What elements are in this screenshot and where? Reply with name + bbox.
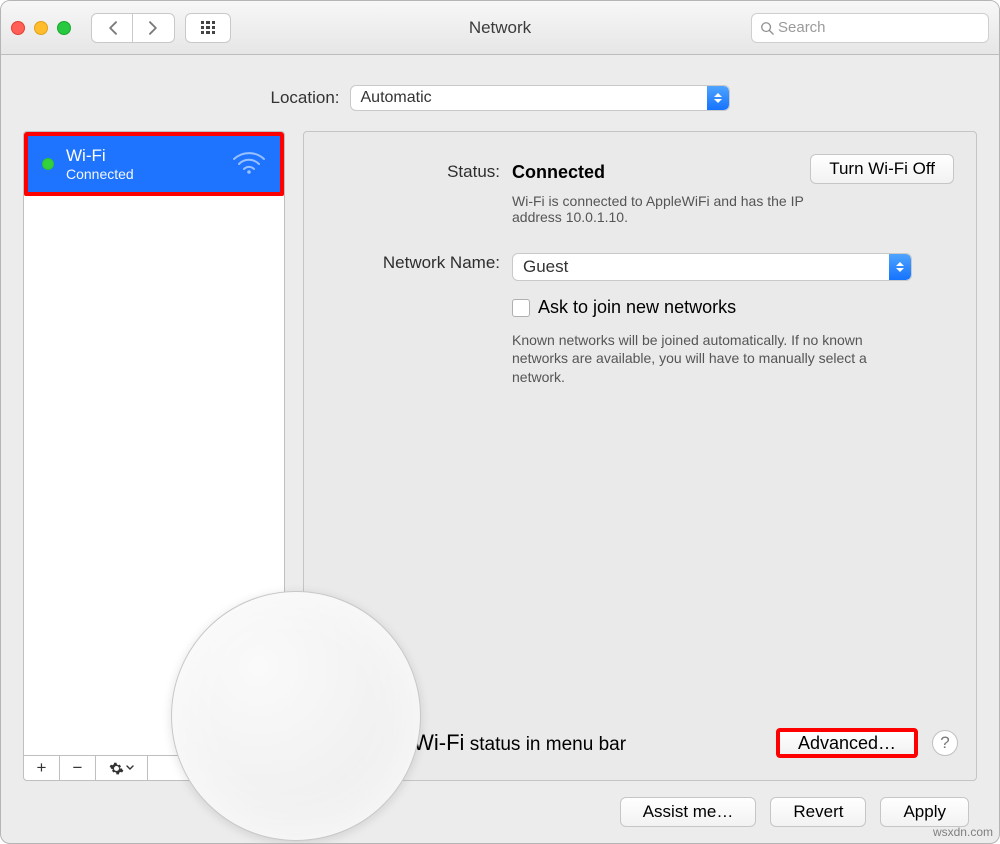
location-row: Location: Automatic: [1, 55, 999, 139]
toggle-wifi-button[interactable]: Turn Wi-Fi Off: [810, 154, 954, 184]
network-name-row: Network Name: Guest Ask to join new netw…: [322, 253, 958, 387]
revert-button[interactable]: Revert: [770, 797, 866, 827]
status-description: Wi-Fi is connected to AppleWiFi and has …: [512, 193, 842, 225]
service-actions-menu[interactable]: [96, 756, 148, 780]
network-name-value: Guest: [523, 257, 568, 277]
body: Wi-Fi Connected + −: [23, 131, 977, 781]
search-field[interactable]: Search: [751, 13, 989, 43]
search-icon: [760, 21, 774, 35]
network-preferences-window: Network Search Location: Automatic Wi-Fi: [0, 0, 1000, 844]
footer-buttons: Assist me… Revert Apply: [620, 797, 969, 827]
nav-back-forward: [91, 13, 175, 43]
remove-service-button[interactable]: −: [60, 756, 96, 780]
back-button[interactable]: [91, 13, 133, 43]
location-label: Location:: [271, 88, 340, 108]
grid-icon: [201, 21, 215, 35]
minimize-window-button[interactable]: [34, 21, 48, 35]
network-name-select[interactable]: Guest: [512, 253, 912, 281]
advanced-button[interactable]: Advanced…: [776, 728, 918, 758]
ask-join-label: Ask to join new networks: [538, 297, 736, 318]
network-name-label: Network Name:: [322, 253, 512, 387]
assist-me-button[interactable]: Assist me…: [620, 797, 757, 827]
detail-bottom-row: ✓ Show Wi-Fi status in menu bar Advanced…: [326, 728, 958, 758]
status-value: Connected: [512, 162, 605, 182]
stepper-arrows-icon: [889, 254, 911, 280]
help-button[interactable]: ?: [932, 730, 958, 756]
window-controls: [11, 21, 71, 35]
titlebar: Network Search: [1, 1, 999, 55]
sidebar-item-wifi[interactable]: Wi-Fi Connected: [24, 132, 284, 196]
show-menubar-checkbox[interactable]: ✓: [326, 734, 344, 752]
close-window-button[interactable]: [11, 21, 25, 35]
watermark: wsxdn.com: [933, 825, 993, 839]
show-menubar-checkbox-row: ✓ Show Wi-Fi status in menu bar: [326, 730, 626, 756]
ask-join-checkbox[interactable]: [512, 299, 530, 317]
zoom-window-button[interactable]: [57, 21, 71, 35]
chevron-down-icon: [126, 765, 134, 771]
wifi-icon: [232, 150, 266, 178]
detail-pane: Turn Wi-Fi Off Status: Connected Wi-Fi i…: [303, 131, 977, 781]
chevron-left-icon: [107, 21, 118, 35]
show-menubar-label-suffix: status in menu bar: [464, 734, 626, 755]
add-service-button[interactable]: +: [24, 756, 60, 780]
apply-button[interactable]: Apply: [880, 797, 969, 827]
sidebar: Wi-Fi Connected + −: [23, 131, 285, 781]
sidebar-toolbar: + −: [23, 755, 285, 781]
stepper-arrows-icon: [707, 86, 729, 110]
ask-join-checkbox-row: Ask to join new networks: [512, 297, 736, 318]
status-led-icon: [42, 158, 54, 170]
chevron-right-icon: [148, 21, 159, 35]
location-select[interactable]: Automatic: [350, 85, 730, 111]
location-value: Automatic: [361, 89, 432, 107]
gear-icon: [109, 761, 134, 776]
show-all-button[interactable]: [185, 13, 231, 43]
search-placeholder: Search: [778, 19, 826, 36]
ask-join-hint: Known networks will be joined automatica…: [512, 331, 882, 388]
sidebar-item-text: Wi-Fi Connected: [66, 146, 134, 182]
forward-button[interactable]: [133, 13, 175, 43]
sidebar-item-name: Wi-Fi: [66, 146, 134, 166]
sidebar-item-status: Connected: [66, 166, 134, 182]
show-menubar-label-prefix: Show Wi-Fi: [352, 730, 464, 755]
status-label: Status:: [322, 162, 512, 225]
